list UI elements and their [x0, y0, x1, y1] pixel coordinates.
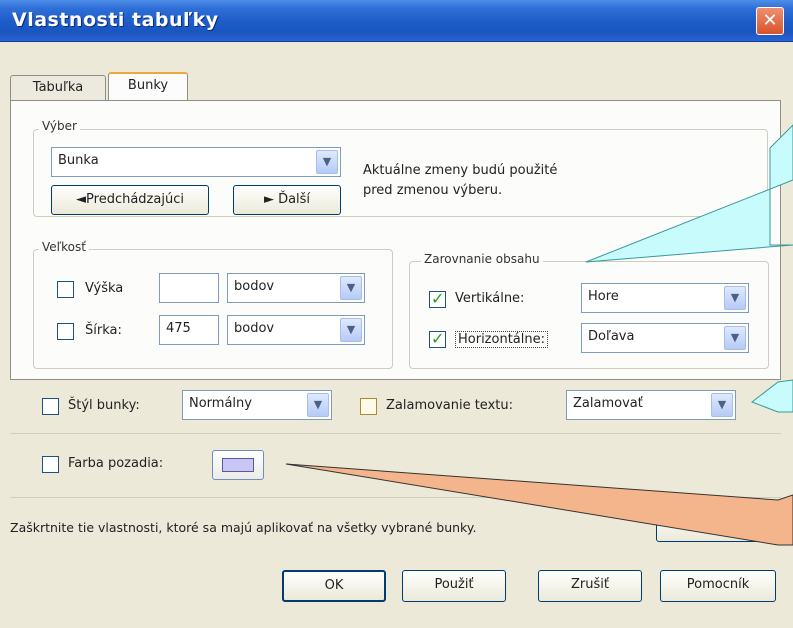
callout-orange-bottom — [285, 463, 793, 546]
callout-cyan-top — [585, 124, 793, 263]
callout-cyan-right — [750, 379, 793, 413]
callout-overlay — [285, 124, 793, 546]
